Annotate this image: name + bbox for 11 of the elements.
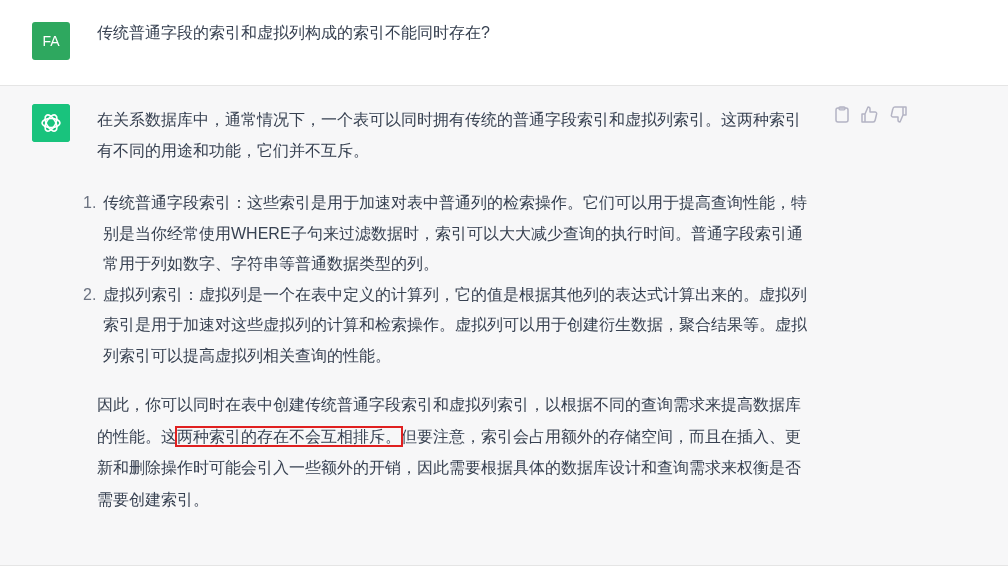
thumbs-down-icon[interactable]	[890, 106, 907, 123]
user-avatar: FA	[32, 22, 70, 60]
answer-paragraph: 在关系数据库中，通常情况下，一个表可以同时拥有传统的普通字段索引和虚拟列索引。这两种索引有不同的用途和功能，它们并不互斥。	[97, 110, 802, 161]
list-item-text: 传统普通字段索引：这些索引是用于加速对表中普通列的检索操作。它们可以用于提高查询性能，特别是当你经常使用WHERE子句来过滤数据时，索引可以大大减少查询的执行时间。普通字段索引通常用于列如数字、字符串等普通数据类型的列。	[103, 193, 807, 274]
list-number: 2.	[83, 284, 98, 305]
copy-icon[interactable]	[835, 106, 849, 123]
list-number: 1.	[83, 193, 98, 213]
thumbs-up-icon[interactable]	[861, 106, 878, 123]
list-item-text: 虚拟列索引：虚拟列是一个在表中定义的计算列，它的值是根据其他列的表达式计算出来的。虚拟列索引是用于加速对这些虚拟列的计算和检索操作。虚拟列可以用于创建衍生数据，聚合结果等。虚拟列索引可以提高虚拟列相关查询的性能。	[103, 284, 807, 366]
user-message: 传统普通字段的索引和虚拟列构成的索引不能同时存在?	[97, 23, 490, 43]
assistant-logo-icon	[32, 104, 70, 142]
